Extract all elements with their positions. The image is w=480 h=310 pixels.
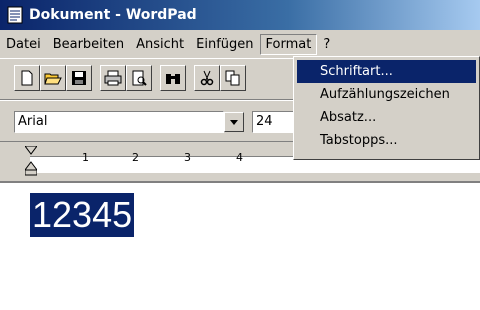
save-disk-icon [72,71,86,85]
indent-marker-icon[interactable] [25,146,37,176]
scissors-icon [200,70,214,86]
menu-bearbeiten[interactable]: Bearbeiten [47,34,130,55]
cut-button[interactable] [194,65,220,91]
window-title: Dokument - WordPad [29,7,197,23]
menu-ansicht[interactable]: Ansicht [130,34,190,55]
menu-item-absatz[interactable]: Absatz... [297,106,476,129]
title-bar: Dokument - WordPad [0,0,480,30]
binoculars-icon [166,74,180,84]
save-button[interactable] [66,65,92,91]
chevron-down-icon [230,119,238,125]
ruler-number: 2 [132,151,139,164]
font-name-field[interactable]: Arial [14,111,224,133]
ruler-number: 1 [82,151,89,164]
new-document-button[interactable] [14,65,40,91]
menu-datei[interactable]: Datei [0,34,47,55]
print-preview-button[interactable] [126,65,152,91]
print-preview-icon [132,70,147,86]
document-area[interactable]: 12345 [0,181,480,310]
menu-einfuegen[interactable]: Einfügen [190,34,259,55]
copy-icon [225,70,240,86]
find-button[interactable] [160,65,186,91]
menu-bar: Datei Bearbeiten Ansicht Einfügen Format… [0,31,480,57]
open-button[interactable] [40,65,66,91]
print-button[interactable] [100,65,126,91]
menu-help[interactable]: ? [317,34,336,55]
printer-icon [104,70,122,86]
font-size-field[interactable]: 24 [252,111,294,133]
new-document-icon [21,70,33,86]
menu-item-tabstopps[interactable]: Tabstopps... [297,129,476,152]
selected-text[interactable]: 12345 [30,193,135,237]
copy-button[interactable] [220,65,246,91]
format-menu-dropdown: Schriftart... Aufzählungszeichen Absatz.… [293,56,480,160]
ruler-number: 4 [236,151,243,164]
menu-item-schriftart[interactable]: Schriftart... [297,60,476,83]
font-dropdown-button[interactable] [224,112,244,132]
ruler-number: 3 [184,151,191,164]
menu-format[interactable]: Format [259,33,318,55]
wordpad-icon [7,6,23,24]
menu-item-aufzaehlungszeichen[interactable]: Aufzählungszeichen [297,83,476,106]
open-folder-icon [44,73,62,85]
